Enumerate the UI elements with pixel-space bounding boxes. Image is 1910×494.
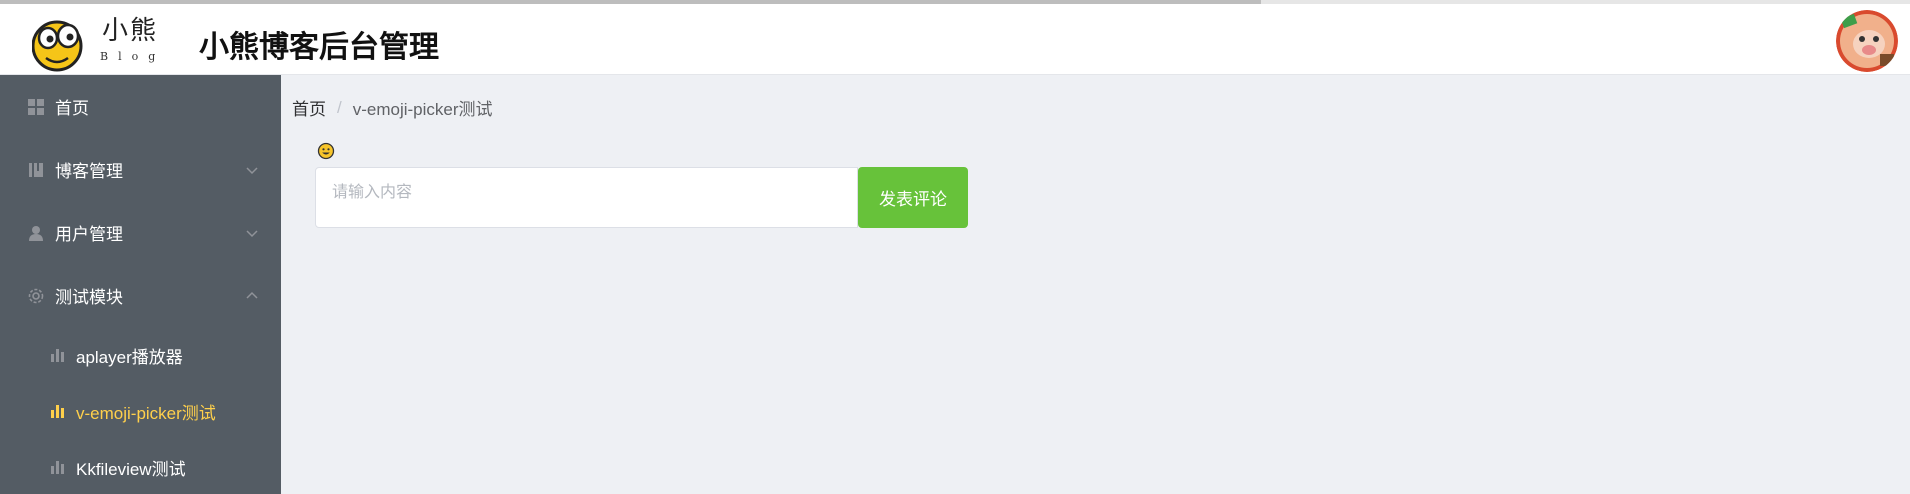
breadcrumb-home-link[interactable]: 首页 bbox=[292, 95, 326, 120]
sidebar-subitem-kkfileview[interactable]: Kkfileview测试 bbox=[0, 439, 281, 494]
breadcrumb-separator: / bbox=[337, 97, 342, 117]
book-icon bbox=[27, 161, 45, 179]
sidebar-item-label: 用户管理 bbox=[55, 225, 123, 244]
sidebar-item-blog-management[interactable]: 博客管理 bbox=[0, 138, 281, 201]
sidebar-item-test-module[interactable]: 测试模块 bbox=[0, 264, 281, 327]
user-icon bbox=[27, 224, 45, 242]
site-title: 小熊博客后台管理 bbox=[199, 30, 439, 65]
avatar-image-icon bbox=[1836, 10, 1898, 72]
logo-text: 小熊 bbox=[102, 16, 159, 46]
bar-chart-icon bbox=[50, 403, 66, 419]
gear-icon bbox=[27, 287, 45, 305]
sidebar-menu: 首页 博客管理 用户管理 测试模块 aplayer播放器 v-emoji-pic… bbox=[0, 75, 281, 494]
user-avatar[interactable] bbox=[1836, 10, 1898, 72]
top-header: 小熊 Blog 小熊博客后台管理 bbox=[0, 4, 1910, 75]
sidebar-subitem-label: aplayer播放器 bbox=[76, 347, 183, 367]
bar-chart-icon bbox=[50, 347, 66, 363]
sidebar-subitem-emoji-picker[interactable]: v-emoji-picker测试 bbox=[0, 383, 281, 439]
sidebar-subitem-label: Kkfileview测试 bbox=[76, 459, 186, 479]
sidebar-item-user-management[interactable]: 用户管理 bbox=[0, 201, 281, 264]
sidebar-item-label: 博客管理 bbox=[55, 162, 123, 181]
main-content: 首页 / v-emoji-picker测试 发表评论 bbox=[281, 75, 1910, 494]
chevron-up-icon bbox=[246, 291, 258, 299]
chevron-down-icon bbox=[246, 166, 258, 174]
sidebar-subitem-label: v-emoji-picker测试 bbox=[76, 403, 216, 423]
breadcrumb: 首页 / v-emoji-picker测试 bbox=[292, 95, 493, 120]
sidebar-item-home[interactable]: 首页 bbox=[0, 75, 281, 138]
chevron-down-icon bbox=[246, 229, 258, 237]
sidebar-subitem-aplayer[interactable]: aplayer播放器 bbox=[0, 327, 281, 383]
logo-subtext: Blog bbox=[100, 50, 166, 63]
submit-comment-button[interactable]: 发表评论 bbox=[858, 167, 968, 228]
breadcrumb-current: v-emoji-picker测试 bbox=[352, 100, 493, 119]
grid-icon bbox=[27, 98, 45, 116]
bar-chart-icon bbox=[50, 459, 66, 475]
sidebar-item-label: 首页 bbox=[55, 99, 89, 118]
emoji-picker-toggle-icon[interactable] bbox=[317, 142, 335, 160]
sidebar-item-label: 测试模块 bbox=[55, 288, 123, 307]
comment-input[interactable] bbox=[315, 167, 858, 228]
